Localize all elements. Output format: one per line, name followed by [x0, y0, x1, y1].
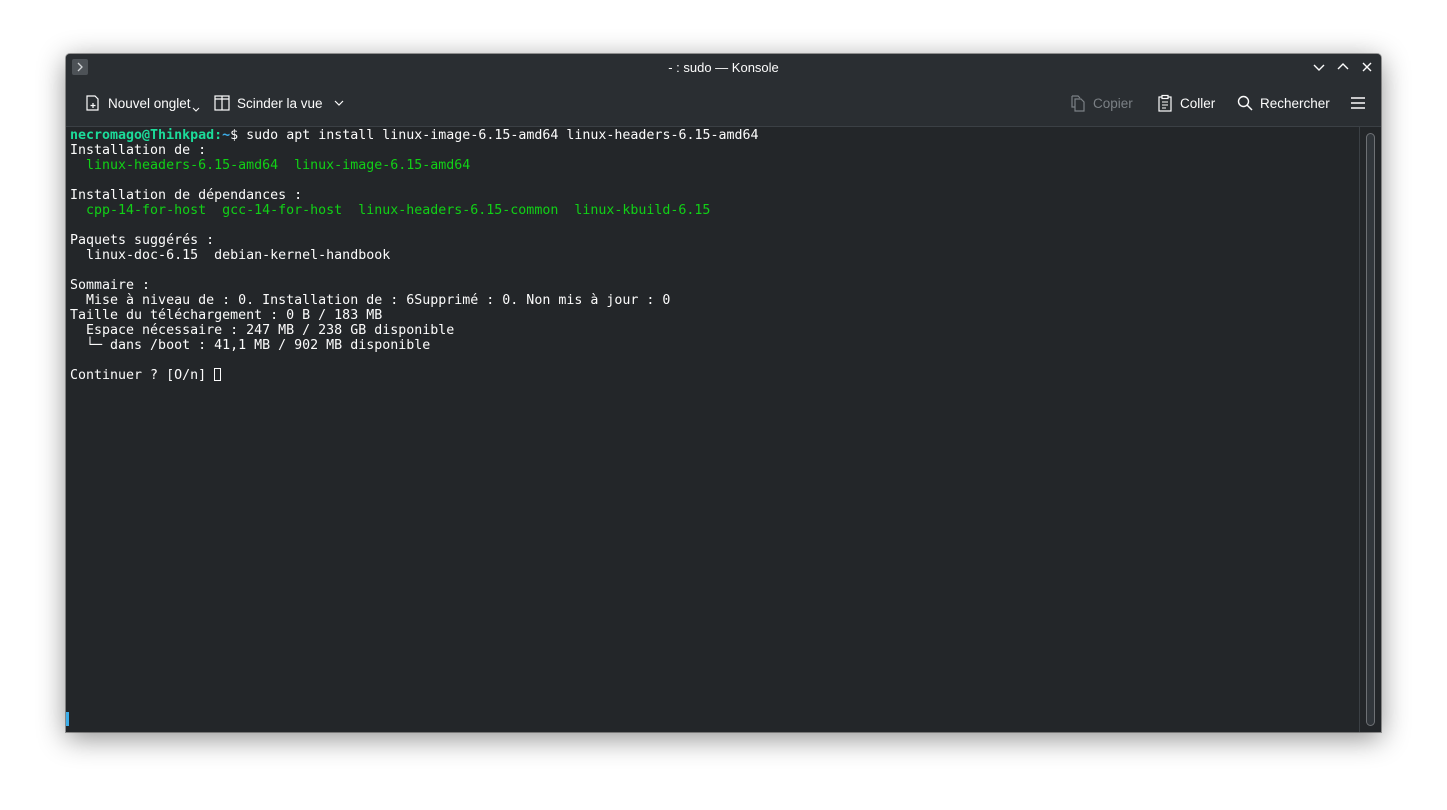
new-tab-label: Nouvel onglet	[108, 95, 191, 111]
installing-heading: Installation de :	[70, 143, 207, 158]
toolbar: Nouvel onglet Scinder la vue Copier Coll…	[66, 81, 1381, 127]
minimize-button[interactable]	[1311, 59, 1327, 75]
maximize-button[interactable]	[1335, 59, 1351, 75]
focus-marker	[66, 712, 69, 726]
summary-heading: Sommaire :	[70, 278, 151, 293]
continue-prompt: Continuer ? [O/n]	[70, 368, 215, 383]
split-view-button[interactable]: Scinder la vue	[213, 89, 345, 117]
split-view-icon	[214, 95, 230, 111]
command-line: sudo apt install linux-image-6.15-amd64 …	[238, 128, 759, 143]
close-button[interactable]	[1359, 59, 1375, 75]
summary-counts: Mise à niveau de : 0. Installation de : …	[70, 293, 671, 308]
vertical-scrollbar[interactable]	[1359, 127, 1381, 732]
download-size: Taille du téléchargement : 0 B / 183 MB	[70, 308, 383, 323]
hamburger-menu-icon	[1351, 97, 1365, 109]
terminal-view[interactable]: necromago@Thinkpad:~$ sudo apt install l…	[66, 127, 1360, 732]
close-icon	[1362, 62, 1372, 72]
search-button[interactable]: Rechercher	[1236, 89, 1330, 117]
suggested-heading: Paquets suggérés :	[70, 233, 215, 248]
suggested-packages: linux-doc-6.15 debian-kernel-handbook	[70, 248, 391, 263]
paste-button[interactable]: Coller	[1156, 89, 1215, 117]
konsole-window: - : sudo — Konsole Nouvel onglet Scinder…	[66, 54, 1381, 732]
prompt-path: ~	[222, 128, 231, 143]
scrollbar-thumb[interactable]	[1366, 133, 1375, 726]
copy-icon	[1071, 95, 1085, 112]
boot-space: └─ dans /boot : 41,1 MB / 902 MB disponi…	[70, 338, 431, 353]
window-title: - : sudo — Konsole	[668, 60, 779, 75]
new-tab-icon	[86, 95, 99, 111]
chevron-down-icon	[334, 100, 343, 106]
dependency-packages: cpp-14-for-host gcc-14-for-host linux-he…	[70, 203, 711, 218]
chevron-down-icon	[1313, 64, 1325, 71]
terminal-output: necromago@Thinkpad:~$ sudo apt install l…	[70, 128, 759, 383]
search-label: Rechercher	[1260, 95, 1330, 111]
title-bar[interactable]: - : sudo — Konsole	[66, 54, 1381, 81]
paste-label: Coller	[1180, 95, 1216, 111]
text-cursor	[214, 368, 222, 381]
dependencies-heading: Installation de dépendances :	[70, 188, 303, 203]
new-tab-button[interactable]: Nouvel onglet	[84, 89, 200, 117]
copy-label: Copier	[1093, 95, 1133, 111]
paste-icon	[1158, 94, 1172, 112]
prompt-symbol: $	[230, 128, 239, 143]
prompt-user: necromago@Thinkpad	[70, 128, 215, 143]
space-needed: Espace nécessaire : 247 MB / 238 GB disp…	[70, 323, 455, 338]
installing-packages: linux-headers-6.15-amd64 linux-image-6.1…	[70, 158, 471, 173]
hamburger-menu-button[interactable]	[1349, 89, 1367, 117]
copy-button[interactable]: Copier	[1069, 89, 1133, 117]
split-view-label: Scinder la vue	[237, 95, 323, 111]
prompt-separator: :	[214, 128, 223, 143]
chevron-up-icon	[1337, 63, 1349, 70]
search-icon	[1237, 95, 1253, 111]
chevron-down-icon	[192, 107, 199, 112]
